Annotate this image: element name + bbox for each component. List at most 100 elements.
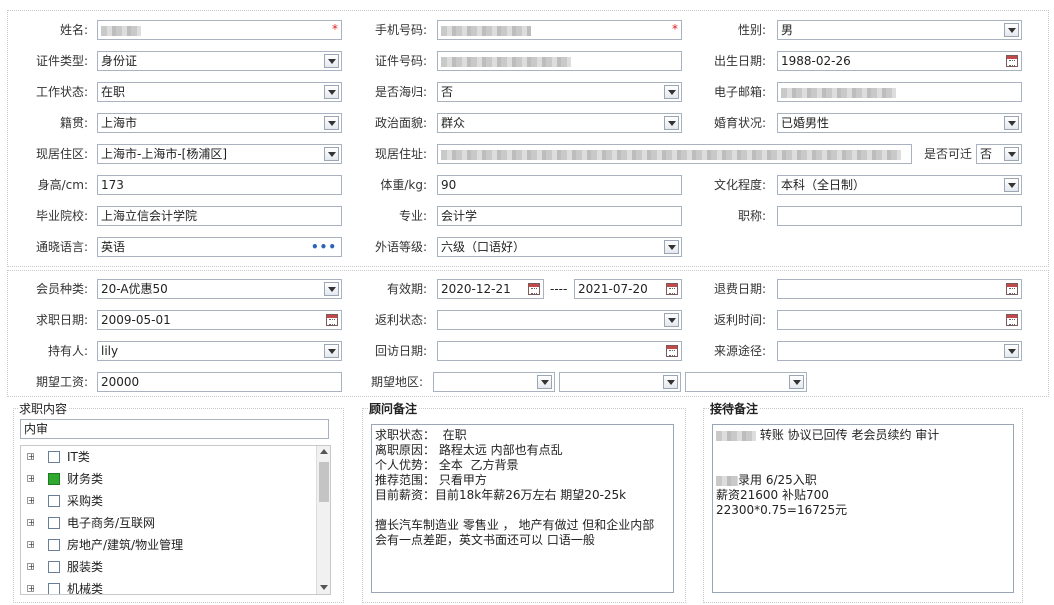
scroll-thumb[interactable] — [319, 462, 329, 502]
phone-blurred — [441, 25, 531, 36]
rebate-status-label: 返利状态: — [374, 313, 427, 327]
chevron-down-icon[interactable] — [324, 85, 339, 99]
area-label: 现居住区: — [35, 147, 88, 161]
calendar-icon[interactable] — [1006, 283, 1018, 295]
expand-plus-icon[interactable]: + — [27, 519, 35, 527]
gender-select[interactable]: 男 — [777, 20, 1022, 40]
chevron-down-icon[interactable] — [1004, 178, 1019, 192]
blank-gap — [716, 443, 1010, 473]
returnee-select[interactable]: 否 — [437, 82, 682, 102]
holder-value: lily — [101, 344, 119, 358]
calendar-icon[interactable] — [326, 314, 338, 326]
region-province-select[interactable] — [433, 372, 555, 392]
chevron-down-icon[interactable] — [664, 116, 679, 130]
salary-input[interactable]: 20000 — [97, 372, 342, 392]
chevron-down-icon[interactable] — [663, 375, 678, 389]
calendar-icon[interactable] — [1006, 314, 1018, 326]
lang-label: 通晓语言: — [35, 240, 88, 254]
source-select[interactable] — [777, 341, 1022, 361]
chevron-down-icon[interactable] — [1004, 116, 1019, 130]
scroll-down-icon[interactable] — [320, 585, 328, 590]
address-input[interactable] — [437, 144, 912, 164]
category-checkbox[interactable] — [48, 451, 60, 463]
more-options-icon[interactable]: ••• — [311, 238, 337, 256]
category-checkbox[interactable] — [48, 561, 60, 573]
calendar-icon[interactable] — [528, 283, 540, 295]
calendar-icon[interactable] — [1006, 55, 1018, 67]
refund-date-input[interactable] — [777, 279, 1022, 299]
chevron-down-icon[interactable] — [1004, 23, 1019, 37]
chevron-down-icon[interactable] — [324, 147, 339, 161]
chevron-down-icon[interactable] — [537, 375, 552, 389]
lang-input[interactable]: 英语 ••• — [97, 237, 342, 257]
calendar-icon[interactable] — [666, 283, 678, 295]
job-search-input[interactable]: 内审 — [20, 419, 329, 439]
tree-scrollbar[interactable] — [316, 446, 330, 594]
expand-plus-icon[interactable]: + — [27, 585, 35, 593]
email-input[interactable] — [777, 82, 1022, 102]
phone-input[interactable]: * — [437, 20, 682, 40]
birth-date-input[interactable]: 1988-02-26 — [777, 51, 1022, 71]
chevron-down-icon[interactable] — [1004, 147, 1019, 161]
chevron-down-icon[interactable] — [1004, 344, 1019, 358]
holder-select[interactable]: lily — [97, 341, 342, 361]
region-district-select[interactable] — [685, 372, 807, 392]
chevron-down-icon[interactable] — [324, 282, 339, 296]
chevron-down-icon[interactable] — [324, 54, 339, 68]
expand-plus-icon[interactable]: + — [27, 475, 35, 483]
chevron-down-icon[interactable] — [324, 116, 339, 130]
chevron-down-icon[interactable] — [789, 375, 804, 389]
height-input[interactable]: 173 — [97, 175, 342, 195]
idtype-select[interactable]: 身份证 — [97, 51, 342, 71]
title-input[interactable] — [777, 206, 1022, 226]
visit-date-input[interactable] — [437, 341, 682, 361]
work-label: 工作状态: — [35, 85, 88, 99]
valid-from-input[interactable]: 2020-12-21 — [437, 279, 544, 299]
member-type-select[interactable]: 20-A优惠50 — [97, 279, 342, 299]
category-checkbox[interactable] — [48, 539, 60, 551]
gender-label: 性别: — [737, 23, 766, 37]
returnee-value: 否 — [441, 85, 454, 99]
work-select[interactable]: 在职 — [97, 82, 342, 102]
weight-input[interactable]: 90 — [437, 175, 682, 195]
school-input[interactable]: 上海立信会计学院 — [97, 206, 342, 226]
area-select[interactable]: 上海市-上海市-[杨浦区] — [97, 144, 342, 164]
calendar-icon[interactable] — [666, 345, 678, 357]
marital-select[interactable]: 已婚男性 — [777, 113, 1022, 133]
category-checkbox[interactable] — [48, 495, 60, 507]
reception-note-textarea[interactable]: 转账 协议已回传 老会员续约 审计 录用 6/25入职 薪资21600 补贴70… — [712, 424, 1014, 593]
chevron-down-icon[interactable] — [664, 313, 679, 327]
source-label: 来源途径: — [713, 344, 766, 358]
seek-date-input[interactable]: 2009-05-01 — [97, 310, 342, 330]
visit-label: 回访日期: — [374, 344, 427, 358]
idnum-input[interactable] — [437, 51, 682, 71]
political-label: 政治面貌: — [374, 116, 427, 130]
scroll-up-icon[interactable] — [320, 449, 328, 454]
valid-to-value: 2021-07-20 — [578, 282, 648, 296]
consultant-note-textarea[interactable]: 求职状态： 在职 离职原因： 路程太远 内部也有点乱 个人优势： 全本 乙方背景… — [371, 424, 674, 593]
level-select[interactable]: 六级（口语好） — [437, 237, 682, 257]
expand-plus-icon[interactable]: + — [27, 497, 35, 505]
expand-plus-icon[interactable]: + — [27, 541, 35, 549]
chevron-down-icon[interactable] — [664, 85, 679, 99]
category-checkbox[interactable] — [48, 517, 60, 529]
chevron-down-icon[interactable] — [664, 240, 679, 254]
relocate-select[interactable]: 否 — [976, 144, 1022, 164]
major-input[interactable]: 会计学 — [437, 206, 682, 226]
edu-select[interactable]: 本科（全日制） — [777, 175, 1022, 195]
origin-select[interactable]: 上海市 — [97, 113, 342, 133]
marital-label: 婚育状况: — [713, 116, 766, 130]
name-input[interactable]: * — [97, 20, 342, 40]
region-city-select[interactable] — [559, 372, 681, 392]
rebate-status-select[interactable] — [437, 310, 682, 330]
political-select[interactable]: 群众 — [437, 113, 682, 133]
category-checkbox[interactable] — [48, 583, 60, 594]
chevron-down-icon[interactable] — [324, 344, 339, 358]
expand-plus-icon[interactable]: + — [27, 563, 35, 571]
refund-date-label: 退费日期: — [713, 282, 766, 296]
expand-plus-icon[interactable]: + — [27, 453, 35, 461]
valid-to-input[interactable]: 2021-07-20 — [574, 279, 682, 299]
required-mark: * — [672, 22, 678, 36]
category-checkbox[interactable] — [48, 473, 60, 485]
rebate-time-input[interactable] — [777, 310, 1022, 330]
